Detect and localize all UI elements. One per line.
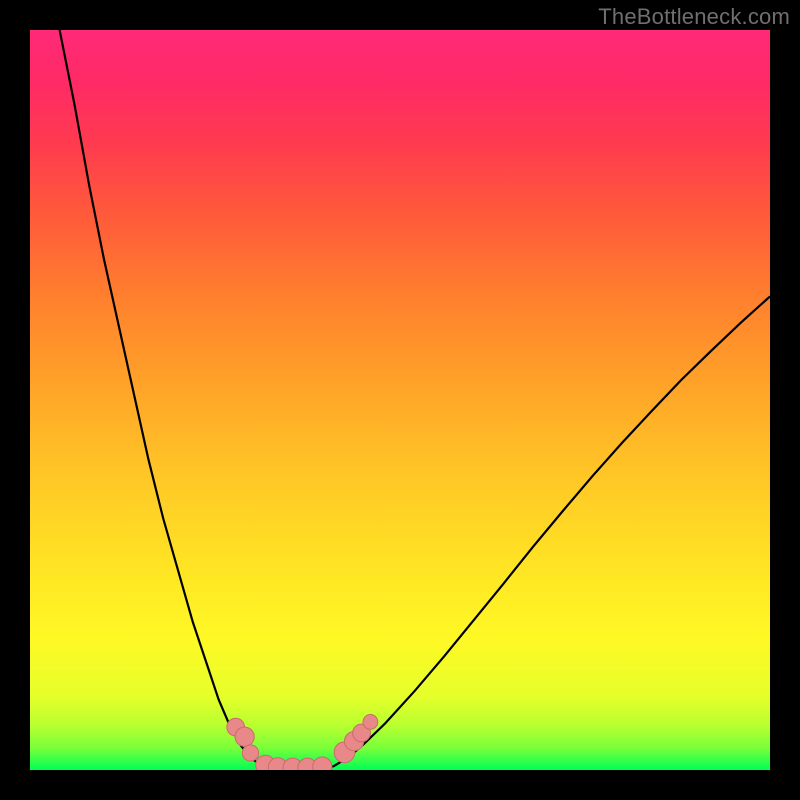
chart-frame: TheBottleneck.com — [0, 0, 800, 800]
chart-svg — [30, 30, 770, 770]
data-marker — [363, 715, 378, 730]
data-marker — [313, 757, 332, 770]
watermark-text: TheBottleneck.com — [598, 4, 790, 30]
data-marker — [242, 745, 258, 761]
data-marker — [235, 727, 254, 746]
chart-plot-area — [30, 30, 770, 770]
bottleneck-curve — [60, 30, 770, 770]
